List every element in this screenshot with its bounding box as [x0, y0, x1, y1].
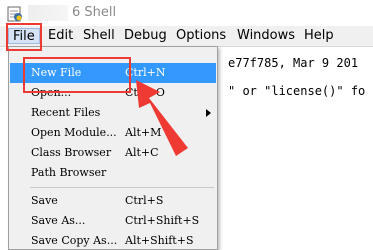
title-bar: 6 Shell	[0, 0, 373, 26]
menu-shell[interactable]: Shell	[83, 28, 115, 44]
menu-item-class-browser[interactable]: Class Browser Alt+C	[10, 143, 216, 163]
shell-output-line-1: e77f785, Mar 9 201	[228, 56, 359, 70]
menu-item-shortcut: Ctrl+Shift+S	[125, 214, 200, 227]
menu-item-save-copy-as[interactable]: Save Copy As... Alt+Shift+S	[10, 231, 216, 249]
menu-item-open-module[interactable]: Open Module... Alt+M	[10, 123, 216, 143]
menu-separator	[30, 187, 214, 188]
menu-item-shortcut: Alt+Shift+S	[125, 234, 194, 247]
menu-item-shortcut: Alt+M	[125, 126, 162, 139]
python-idle-icon	[7, 6, 22, 22]
menu-edit[interactable]: Edit	[48, 28, 73, 44]
menu-item-save-as[interactable]: Save As... Ctrl+Shift+S	[10, 211, 216, 231]
menu-item-label: Path Browser	[31, 166, 107, 179]
shell-output-line-2: " or "license()" fo	[228, 84, 366, 98]
annotation-box-file-menu	[6, 23, 42, 51]
menu-item-shortcut: Alt+C	[125, 146, 159, 159]
menu-item-label: Open Module...	[31, 126, 117, 139]
menu-item-shortcut: Ctrl+N	[125, 66, 166, 79]
menu-windows[interactable]: Windows	[237, 28, 295, 44]
menu-item-shortcut: Ctrl+S	[125, 194, 164, 207]
menu-item-recent-files[interactable]: Recent Files	[10, 103, 216, 123]
menu-help[interactable]: Help	[304, 28, 334, 44]
menu-item-path-browser[interactable]: Path Browser	[10, 163, 216, 183]
menu-item-label: Save	[31, 194, 58, 207]
annotation-box-new-file	[23, 57, 131, 93]
window-title: 6 Shell	[72, 5, 117, 20]
title-obscured-area	[28, 5, 68, 21]
menu-item-label: Save Copy As...	[31, 234, 118, 247]
menu-options[interactable]: Options	[176, 28, 226, 44]
submenu-arrow-icon	[206, 109, 211, 117]
menu-item-label: Save As...	[31, 214, 86, 227]
menu-item-save[interactable]: Save Ctrl+S	[10, 191, 216, 211]
menu-bar: File Edit Shell Debug Options Windows He…	[0, 26, 373, 47]
menu-debug[interactable]: Debug	[124, 28, 167, 44]
menu-item-label: Recent Files	[31, 106, 101, 119]
menu-item-label: Class Browser	[31, 146, 112, 159]
